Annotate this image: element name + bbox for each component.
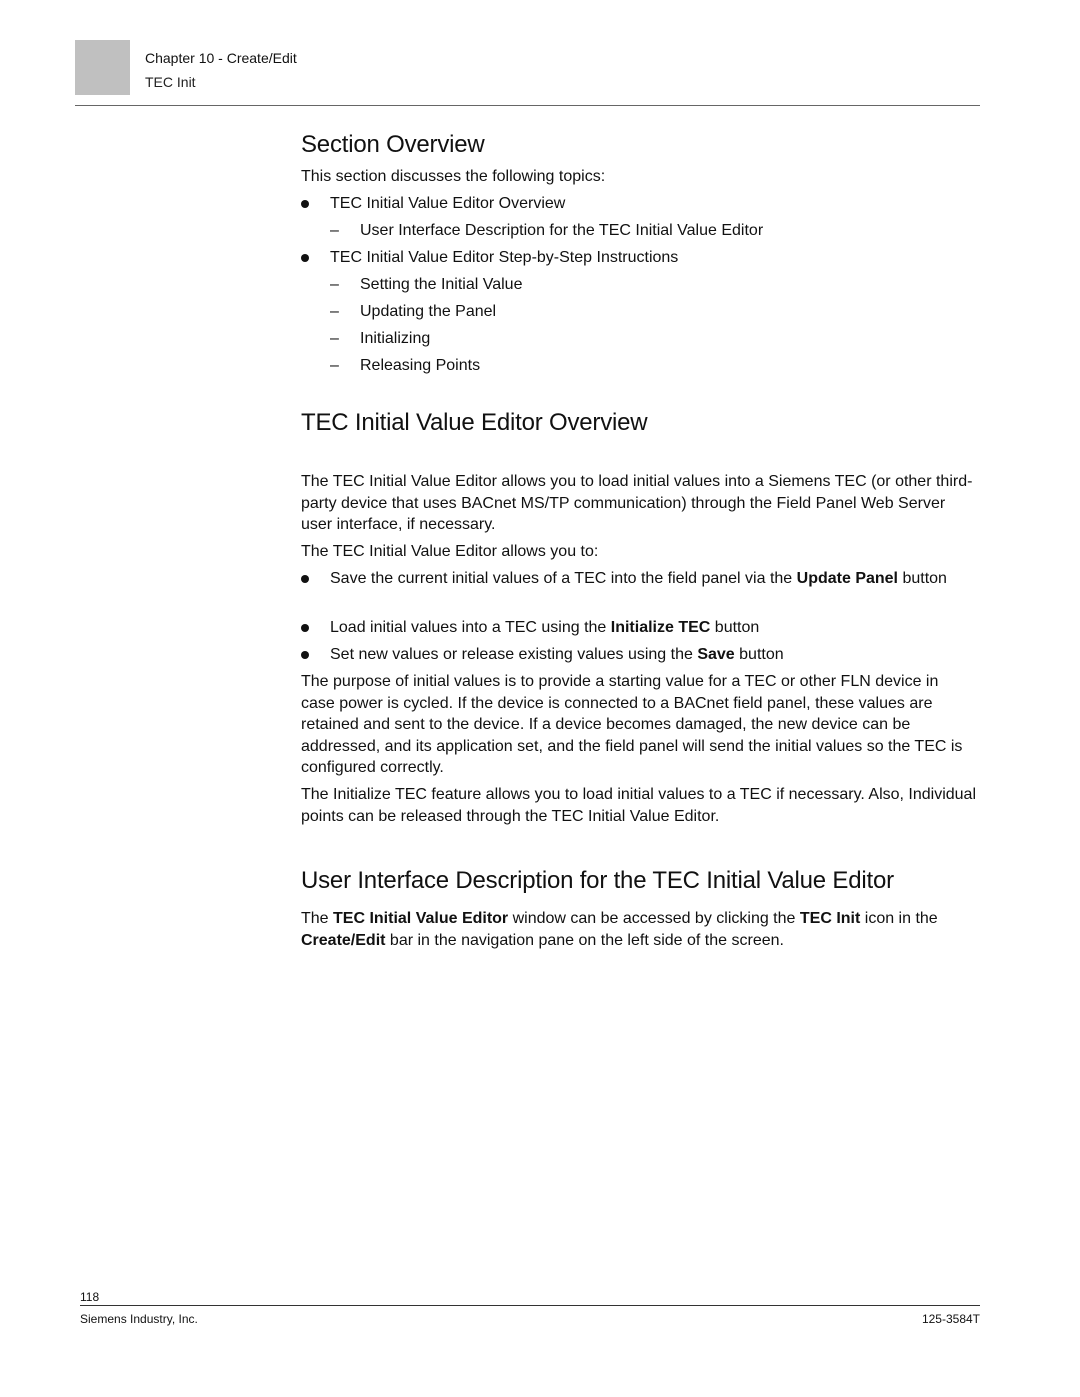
- bullet-icon: [301, 254, 309, 262]
- chapter-title: Chapter 10 - Create/Edit: [145, 50, 297, 66]
- chapter-tab-marker: [75, 40, 130, 95]
- editor-overview-heading: TEC Initial Value Editor Overview: [301, 409, 648, 436]
- editor-overview-paragraph: The purpose of initial values is to prov…: [301, 673, 963, 776]
- chapter-subtitle: TEC Init: [145, 74, 196, 90]
- company-name: Siemens Industry, Inc.: [80, 1312, 198, 1326]
- bullet-icon: [301, 651, 309, 659]
- editor-overview-paragraph: The Initialize TEC feature allows you to…: [301, 786, 977, 825]
- ui-description-heading: User Interface Description for the TEC I…: [301, 867, 894, 894]
- bullet-icon: [301, 624, 309, 632]
- bullet-icon: [301, 575, 309, 583]
- section-overview-intro: This section discusses the following top…: [301, 168, 606, 185]
- ui-description-paragraph: The TEC Initial Value Editor window can …: [301, 910, 938, 949]
- document-number: 125-3584T: [921, 1312, 980, 1326]
- footer-divider: [80, 1305, 980, 1306]
- page-number: 118: [80, 1290, 100, 1304]
- dash-icon: –: [330, 303, 339, 320]
- dash-icon: –: [330, 222, 339, 239]
- bullet-icon: [301, 200, 309, 208]
- section-overview-heading: Section Overview: [301, 131, 485, 158]
- dash-icon: –: [330, 276, 339, 293]
- initialize-tec-term: Initialize TEC: [610, 619, 711, 636]
- dash-icon: –: [330, 330, 339, 347]
- update-panel-term: Update Panel: [796, 570, 898, 587]
- editor-overview-paragraph: The TEC Initial Value Editor allows you …: [301, 543, 599, 560]
- editor-overview-paragraph: The TEC Initial Value Editor allows you …: [301, 473, 973, 533]
- dash-icon: –: [330, 357, 339, 374]
- header-divider: [75, 105, 980, 106]
- save-term: Save: [697, 646, 735, 663]
